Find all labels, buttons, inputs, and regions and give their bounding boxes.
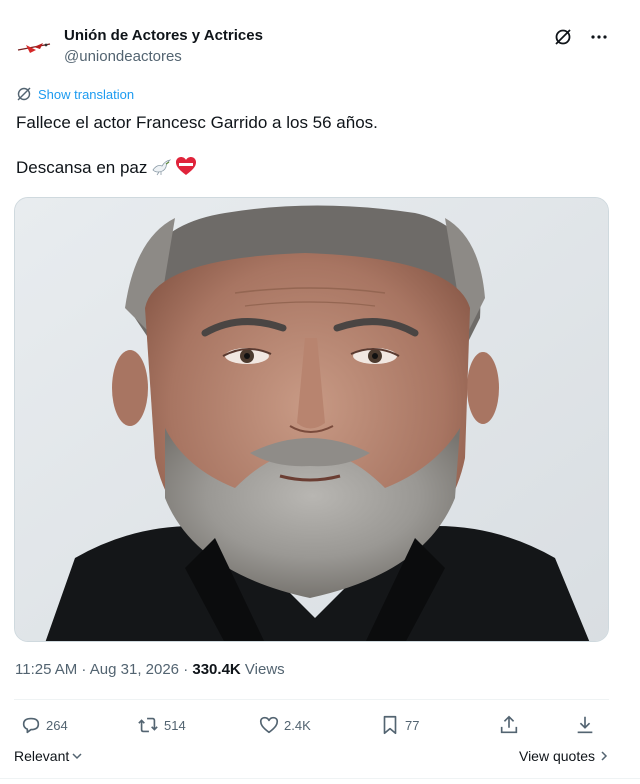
- repost-button[interactable]: 514: [136, 710, 186, 740]
- action-bar: 264 514 2.4K 77: [14, 710, 609, 740]
- reply-button[interactable]: 264: [20, 710, 68, 740]
- tweet-photo[interactable]: [14, 197, 609, 642]
- tweet: Unión de Actores y Actrices @uniondeacto…: [0, 0, 640, 784]
- like-button[interactable]: 2.4K: [258, 710, 311, 740]
- view-quotes-link[interactable]: View quotes: [519, 748, 609, 764]
- tweet-line-2: Descansa en paz: [16, 158, 148, 177]
- show-translation-label: Show translation: [38, 86, 135, 102]
- tweet-meta: 11:25 AM · Aug 31, 2026 · 330.4K Views: [15, 661, 285, 678]
- reply-count: 264: [46, 717, 68, 733]
- share-button[interactable]: [498, 710, 520, 740]
- bookmark-icon: [383, 715, 397, 735]
- like-count: 2.4K: [284, 717, 311, 733]
- views-count: 330.4K: [192, 661, 241, 678]
- translate-icon: [17, 87, 31, 101]
- meta-separator: ·: [77, 661, 90, 678]
- chevron-right-icon: [601, 751, 608, 761]
- portrait-photo: [15, 198, 608, 641]
- bottom-divider: [0, 778, 640, 779]
- dove-emoji: [151, 158, 172, 182]
- share-icon: [500, 715, 518, 734]
- chevron-down-icon: [72, 753, 82, 760]
- more-icon[interactable]: [588, 26, 610, 48]
- views-label: Views: [244, 661, 285, 678]
- handle[interactable]: @uniondeactores: [64, 46, 263, 68]
- post-date[interactable]: Aug 31, 2026: [90, 661, 179, 678]
- bookmark-count: 77: [405, 717, 420, 733]
- meta-separator-2: ·: [179, 661, 193, 678]
- relevant-sort-dropdown[interactable]: Relevant: [14, 748, 83, 764]
- divider: [14, 699, 609, 700]
- heart-icon: [259, 716, 279, 734]
- show-translation-link[interactable]: Show translation: [16, 86, 134, 102]
- display-name[interactable]: Unión de Actores y Actrices: [64, 26, 263, 46]
- avatar[interactable]: [14, 28, 54, 68]
- tweet-line-1: Fallece el actor Francesc Garrido a los …: [16, 113, 378, 132]
- header-actions: [552, 26, 610, 48]
- account-names: Unión de Actores y Actrices @uniondeacto…: [64, 26, 263, 68]
- reply-icon: [22, 717, 40, 734]
- repost-count: 514: [164, 717, 186, 733]
- download-button[interactable]: [574, 710, 596, 740]
- heart-emoji: [175, 156, 197, 182]
- relevant-label: Relevant: [14, 748, 70, 764]
- tweet-header: Unión de Actores y Actrices @uniondeacto…: [14, 22, 614, 72]
- repost-icon: [138, 717, 158, 733]
- tweet-footer: Relevant View quotes: [14, 748, 609, 768]
- post-time[interactable]: 11:25 AM: [15, 661, 77, 678]
- bookmark-button[interactable]: 77: [379, 710, 419, 740]
- tweet-text: Fallece el actor Francesc Garrido a los …: [16, 112, 616, 204]
- grok-icon[interactable]: [552, 26, 574, 48]
- download-icon: [577, 716, 593, 734]
- view-quotes-label: View quotes: [518, 748, 595, 764]
- tweet-line-2-container: Descansa en paz: [16, 156, 616, 182]
- union-logo-icon: [17, 43, 51, 53]
